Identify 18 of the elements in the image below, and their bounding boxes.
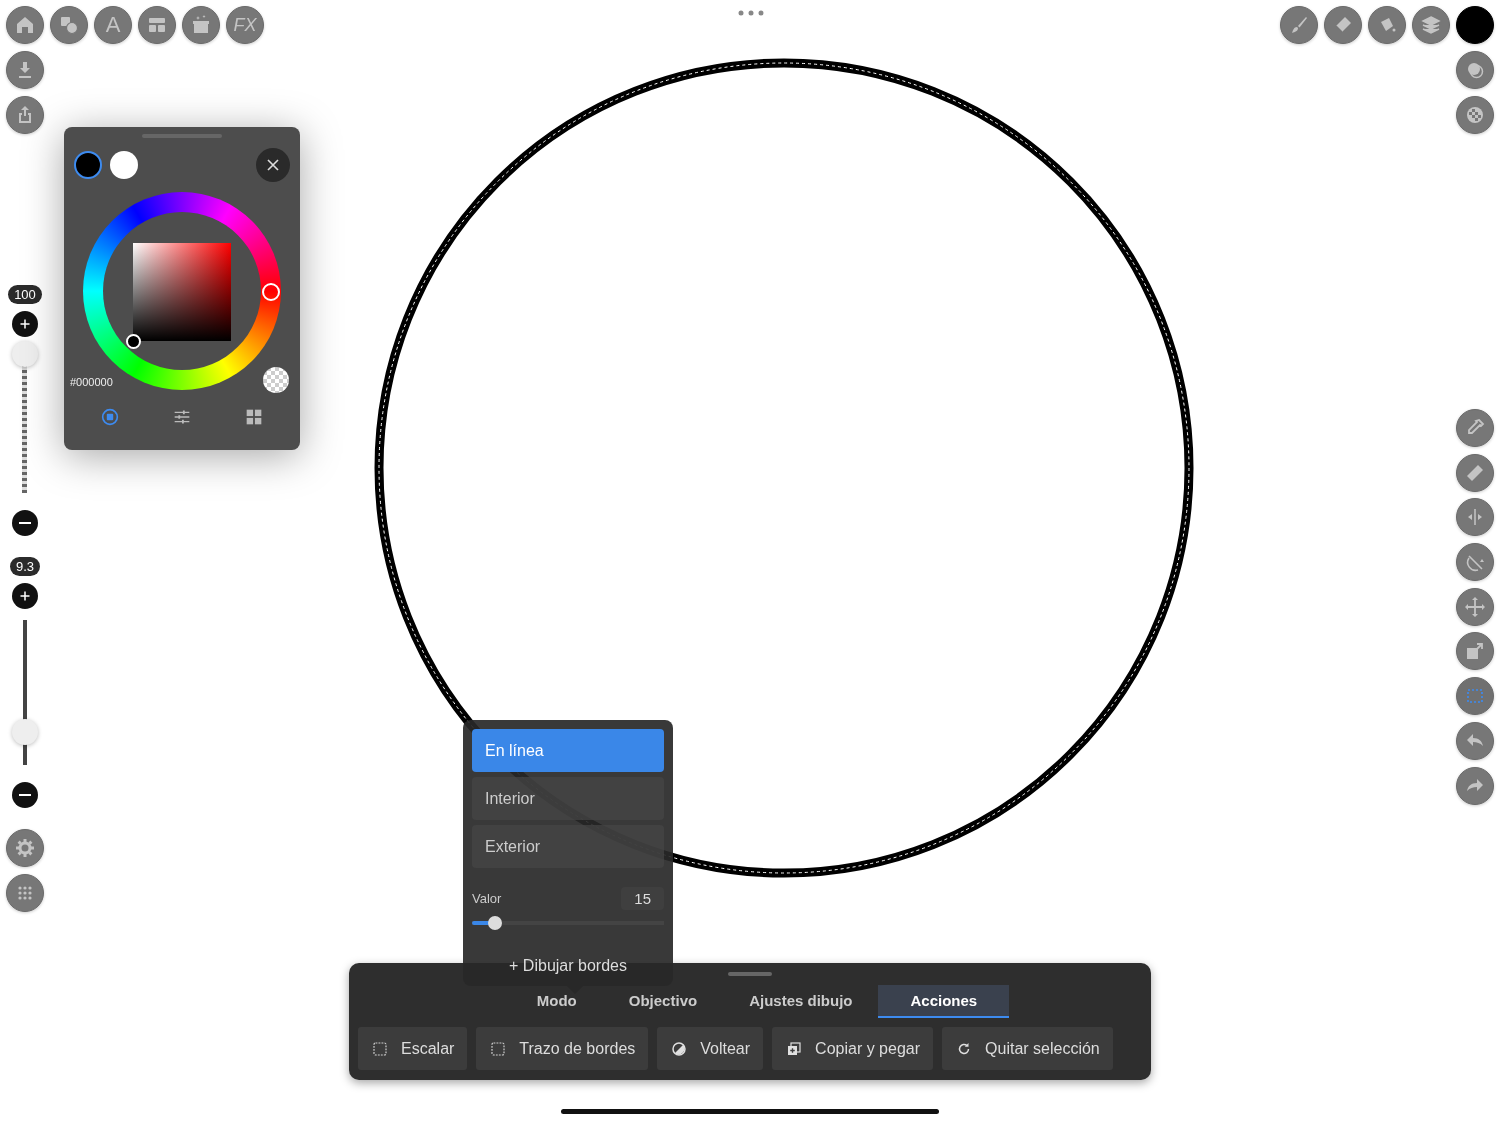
panel-tab[interactable]: Modo: [510, 985, 603, 1018]
mode-option[interactable]: Exterior: [472, 825, 664, 868]
action-button[interactable]: Escalar: [358, 1027, 468, 1070]
slider-reading: 9.3: [9, 557, 41, 576]
action-button[interactable]: Trazo de bordes: [476, 1027, 649, 1070]
action-button[interactable]: Quitar selección: [942, 1027, 1113, 1070]
action-button[interactable]: Copiar y pegar: [772, 1027, 934, 1070]
mode-option[interactable]: En línea: [472, 729, 664, 772]
value-label: Valor: [472, 891, 502, 906]
hex-value: #000000: [70, 376, 113, 388]
value-field[interactable]: 15: [621, 887, 664, 910]
mode-option[interactable]: Interior: [472, 777, 664, 820]
draw-borders-button[interactable]: + Dibujar bordes: [472, 957, 664, 975]
panel-tab[interactable]: Ajustes dibujo: [723, 985, 879, 1018]
panel-tab[interactable]: Objectivo: [602, 985, 724, 1018]
action-button[interactable]: Voltear: [657, 1027, 764, 1070]
panel-tab[interactable]: Acciones: [878, 985, 1010, 1018]
slider-reading: 100: [8, 285, 42, 304]
